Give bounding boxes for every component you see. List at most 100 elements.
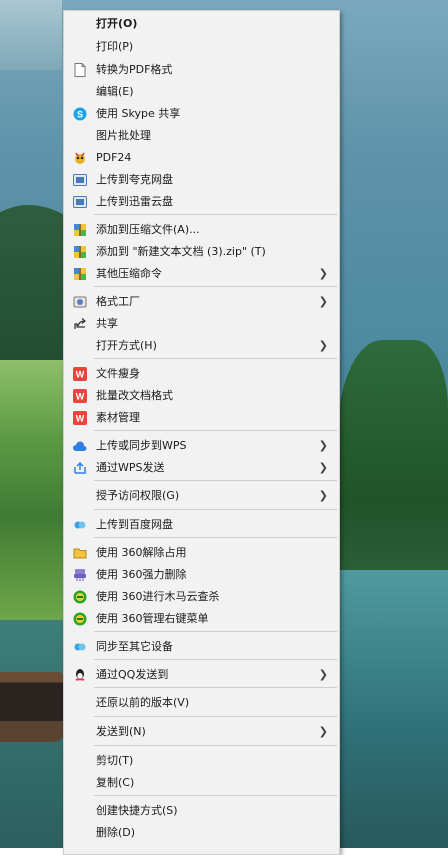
- wps-icon: W: [73, 389, 87, 403]
- chevron-right-icon: ❯: [318, 668, 328, 681]
- menu-item-label: 复制(C): [96, 776, 135, 789]
- menu-item[interactable]: 格式工厂 ❯: [64, 291, 339, 313]
- menu-item-label: 上传到夸克网盘: [96, 173, 173, 186]
- menu-item-label: 通过WPS发送: [96, 461, 165, 474]
- menu-item[interactable]: 打开方式(H) ❯: [64, 335, 339, 357]
- menu-item-label: 图片批处理: [96, 129, 151, 142]
- menu-item[interactable]: 还原以前的版本(V): [64, 692, 339, 714]
- menu-item[interactable]: 删除(D): [64, 822, 339, 844]
- wps-icon: W: [73, 367, 87, 381]
- menu-item[interactable]: 使用 360管理右键菜单: [64, 608, 339, 630]
- menu-item-label: 转换为PDF格式: [96, 63, 173, 76]
- menu-separator: [94, 716, 337, 717]
- menu-item-label: 剪切(T): [96, 754, 134, 767]
- chevron-right-icon: ❯: [318, 439, 328, 452]
- format-factory-icon: [73, 295, 87, 309]
- menu-item[interactable]: 通过QQ发送到 ❯: [64, 664, 339, 686]
- pdf24-icon: [73, 151, 87, 165]
- menu-item-label: PDF24: [96, 151, 132, 164]
- archive-icon: [73, 245, 87, 259]
- menu-item[interactable]: 同步至其它设备: [64, 636, 339, 658]
- menu-item-label: 添加到压缩文件(A)...: [96, 223, 200, 236]
- menu-item-label: 使用 360解除占用: [96, 546, 187, 559]
- archive-icon: [73, 267, 87, 281]
- menu-item[interactable]: S 使用 Skype 共享: [64, 103, 339, 125]
- svg-text:S: S: [77, 110, 83, 120]
- 360-shield-icon: [73, 612, 87, 626]
- menu-item-label: 上传到百度网盘: [96, 518, 173, 531]
- menu-item-label: 使用 360管理右键菜单: [96, 612, 209, 625]
- qq-icon: [73, 668, 87, 682]
- menu-item[interactable]: 转换为PDF格式: [64, 59, 339, 81]
- chevron-right-icon: ❯: [318, 489, 328, 502]
- menu-item-label: 其他压缩命令: [96, 267, 162, 280]
- menu-item[interactable]: 图片批处理: [64, 125, 339, 147]
- menu-separator: [94, 480, 337, 481]
- menu-item[interactable]: 上传到迅雷云盘: [64, 191, 339, 213]
- menu-item-label: 打开(O): [96, 17, 138, 30]
- menu-item[interactable]: 使用 360强力删除: [64, 564, 339, 586]
- cloud-drive-icon: [73, 195, 87, 209]
- menu-item[interactable]: W 批量改文档格式: [64, 385, 339, 407]
- menu-item-label: 创建快捷方式(S): [96, 804, 178, 817]
- wallpaper-sky: [0, 0, 62, 70]
- wallpaper-lake-right: [338, 570, 448, 848]
- menu-item[interactable]: 共享: [64, 313, 339, 335]
- menu-item-label: 同步至其它设备: [96, 640, 173, 653]
- menu-separator: [94, 745, 337, 746]
- menu-item-label: 授予访问权限(G): [96, 489, 180, 502]
- wps-icon: W: [73, 411, 87, 425]
- chevron-right-icon: ❯: [318, 295, 328, 308]
- menu-separator: [94, 214, 337, 215]
- menu-item-label: 打开方式(H): [96, 339, 157, 352]
- menu-item-label: 使用 Skype 共享: [96, 107, 181, 120]
- shredder-icon: [73, 568, 87, 582]
- menu-item[interactable]: 使用 360进行木马云查杀: [64, 586, 339, 608]
- menu-item-label: 共享: [96, 317, 118, 330]
- menu-item-label: 上传或同步到WPS: [96, 439, 187, 452]
- menu-separator: [94, 687, 337, 688]
- menu-separator: [94, 286, 337, 287]
- menu-item[interactable]: 剪切(T): [64, 750, 339, 772]
- menu-item[interactable]: 上传到百度网盘: [64, 514, 339, 536]
- context-menu: 打开(O) 打印(P) 转换为PDF格式编辑(E) S 使用 Skype 共享 图片批处理…: [63, 10, 340, 855]
- menu-item[interactable]: 其他压缩命令 ❯: [64, 263, 339, 285]
- menu-separator: [94, 430, 337, 431]
- folder-unlock-icon: [73, 546, 87, 560]
- menu-item[interactable]: W 文件瘦身: [64, 363, 339, 385]
- menu-item-label: 发送到(N): [96, 725, 146, 738]
- menu-item-label: 还原以前的版本(V): [96, 696, 190, 709]
- menu-separator: [94, 631, 337, 632]
- menu-item-label: 素材管理: [96, 411, 140, 424]
- baidu-cloud-icon: [73, 518, 87, 532]
- menu-item[interactable]: 上传或同步到WPS ❯: [64, 435, 339, 457]
- menu-item-label: 使用 360进行木马云查杀: [96, 590, 220, 603]
- menu-item-label: 文件瘦身: [96, 367, 140, 380]
- menu-item[interactable]: 发送到(N) ❯: [64, 721, 339, 743]
- svg-text:W: W: [76, 414, 85, 424]
- menu-item[interactable]: 添加到 "新建文本文档 (3).zip" (T): [64, 241, 339, 263]
- menu-item[interactable]: 添加到压缩文件(A)...: [64, 219, 339, 241]
- menu-item[interactable]: 复制(C): [64, 772, 339, 794]
- menu-item[interactable]: PDF24: [64, 147, 339, 169]
- wps-cloud-icon: [73, 439, 87, 453]
- menu-item[interactable]: 通过WPS发送 ❯: [64, 457, 339, 479]
- menu-item-label: 添加到 "新建文本文档 (3).zip" (T): [96, 245, 266, 258]
- wps-send-icon: [73, 461, 87, 475]
- menu-item[interactable]: 打印(P): [64, 36, 339, 58]
- menu-item-label: 通过QQ发送到: [96, 668, 169, 681]
- menu-item[interactable]: 授予访问权限(G) ❯: [64, 485, 339, 507]
- archive-icon: [73, 223, 87, 237]
- menu-item[interactable]: 上传到夸克网盘: [64, 169, 339, 191]
- menu-item[interactable]: 创建快捷方式(S): [64, 800, 339, 822]
- menu-separator: [94, 795, 337, 796]
- menu-separator: [94, 509, 337, 510]
- menu-item[interactable]: 打开(O): [64, 13, 339, 35]
- skype-icon: S: [73, 107, 87, 121]
- menu-item[interactable]: 编辑(E): [64, 81, 339, 103]
- menu-item[interactable]: W 素材管理: [64, 407, 339, 429]
- menu-item[interactable]: 使用 360解除占用: [64, 542, 339, 564]
- menu-separator: [94, 659, 337, 660]
- cloud-drive-icon: [73, 173, 87, 187]
- chevron-right-icon: ❯: [318, 461, 328, 474]
